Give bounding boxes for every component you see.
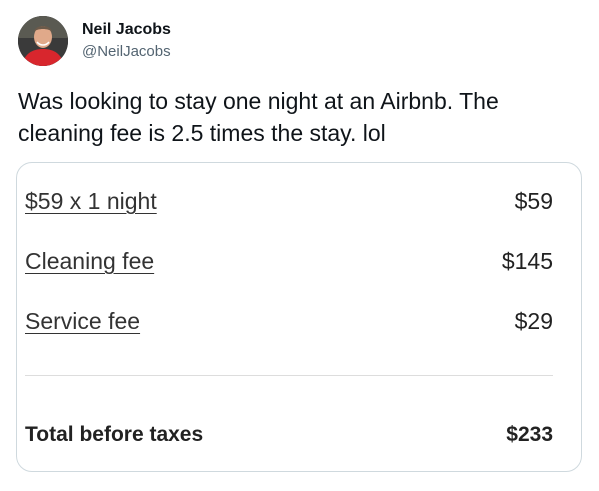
nightly-rate-link[interactable]: $59 x 1 night — [25, 188, 157, 215]
service-fee-amount: $29 — [514, 307, 553, 334]
total-amount: $233 — [506, 423, 553, 446]
cleaning-fee-link[interactable]: Cleaning fee — [25, 248, 154, 275]
price-breakdown-card[interactable]: $59 x 1 night $59 Cleaning fee $145 Serv… — [16, 162, 582, 472]
price-row-service: Service fee $29 — [25, 303, 553, 339]
avatar[interactable] — [18, 16, 68, 66]
avatar-photo-icon — [18, 16, 68, 66]
service-fee-link[interactable]: Service fee — [25, 308, 140, 335]
author-name[interactable]: Neil Jacobs — [82, 20, 171, 40]
tweet-header: Neil Jacobs @NeilJacobs — [18, 16, 171, 66]
divider — [25, 375, 553, 376]
cleaning-fee-amount: $145 — [501, 247, 553, 274]
author-handle[interactable]: @NeilJacobs — [82, 42, 171, 62]
price-row-nightly: $59 x 1 night $59 — [25, 183, 553, 219]
total-row: Total before taxes $233 — [25, 417, 553, 453]
tweet-text: Was looking to stay one night at an Airb… — [18, 88, 499, 146]
nightly-rate-amount: $59 — [514, 187, 553, 214]
total-label: Total before taxes — [25, 423, 204, 446]
price-row-cleaning: Cleaning fee $145 — [25, 243, 553, 279]
